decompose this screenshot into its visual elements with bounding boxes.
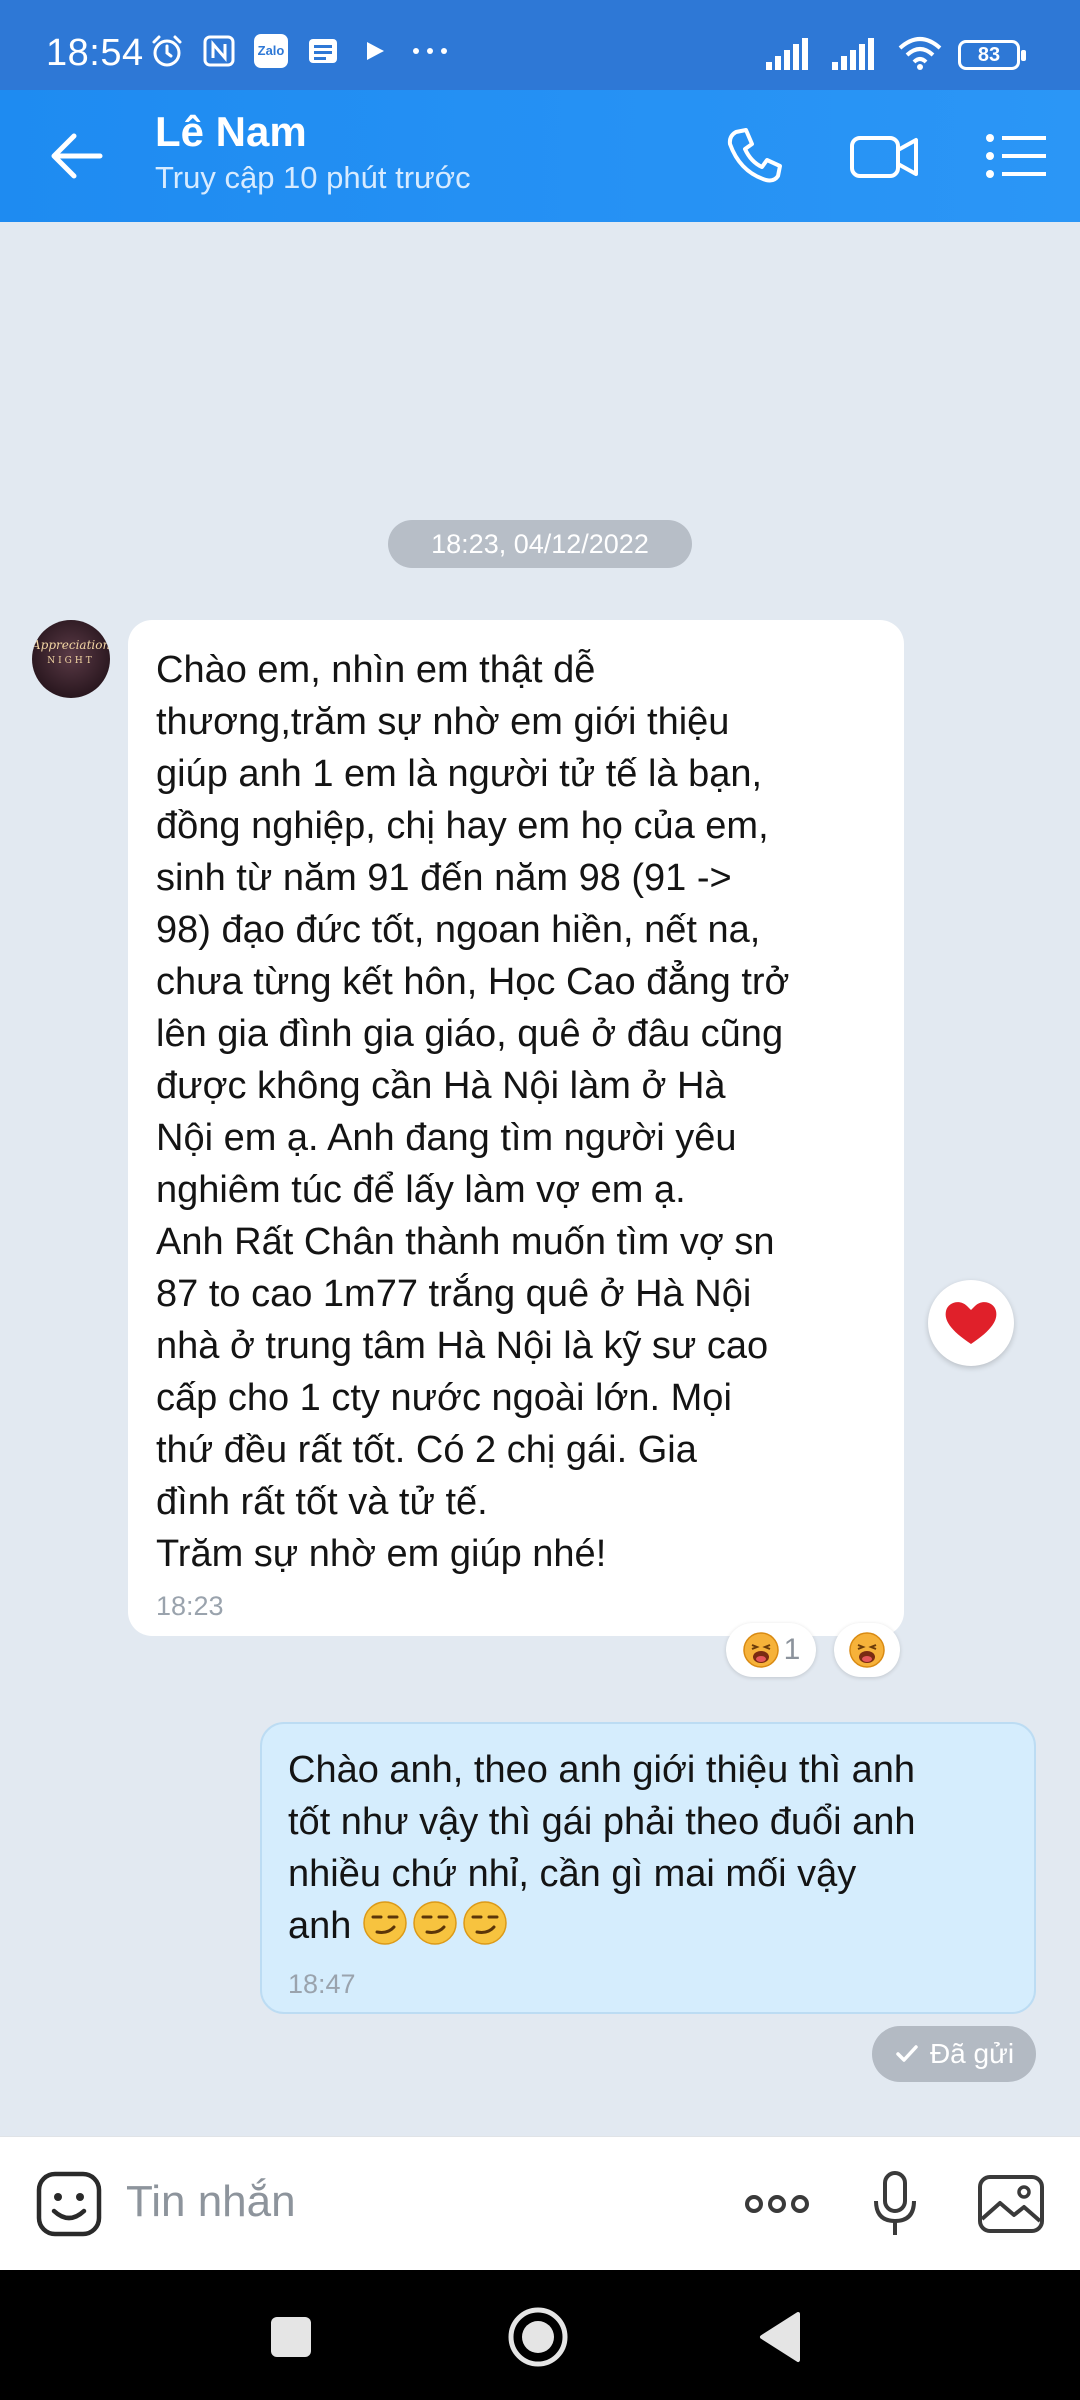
video-call-icon[interactable]: [846, 118, 922, 194]
reaction-count: 1: [783, 1633, 801, 1666]
nfc-icon: [203, 35, 235, 67]
back-triangle-icon[interactable]: [748, 2302, 818, 2372]
more-dots-icon: [413, 48, 447, 54]
image-icon[interactable]: [976, 2169, 1046, 2239]
menu-list-icon[interactable]: [978, 118, 1054, 194]
incoming-message-text: Chào em, nhìn em thật dễ thương,trăm sự …: [156, 649, 790, 1575]
outgoing-message-bubble[interactable]: Chào anh, theo anh giới thiệu thì anh tố…: [260, 1722, 1036, 2014]
date-separator: 18:23, 04/12/2022: [388, 520, 692, 568]
sticker-icon[interactable]: [34, 2169, 104, 2239]
microphone-icon[interactable]: [860, 2169, 930, 2239]
heart-reaction-button[interactable]: [928, 1280, 1014, 1366]
heart-icon: [945, 1302, 997, 1344]
smirk-face-icon: [413, 1901, 457, 1945]
message-input-bar: Tin nhắn: [0, 2136, 1080, 2271]
system-nav-bar: [0, 2270, 1080, 2400]
back-arrow-icon[interactable]: [40, 118, 116, 194]
incoming-message-time: 18:23: [156, 1591, 224, 1621]
contact-last-seen: Truy cập 10 phút trước: [155, 160, 471, 195]
outgoing-message-text: Chào anh, theo anh giới thiệu thì anh tố…: [288, 1744, 1006, 1952]
avatar-subtext: NIGHT: [47, 656, 95, 666]
status-time: 18:54: [46, 32, 144, 74]
incoming-message-bubble[interactable]: Chào em, nhìn em thật dễ thương,trăm sự …: [128, 620, 904, 1636]
message-input-placeholder: Tin nhắn: [126, 2177, 296, 2226]
status-bar: 18:54 Zalo 83: [0, 0, 1080, 90]
alarm-icon: [152, 35, 182, 67]
notification-icons: Zalo: [150, 34, 450, 68]
recents-square-icon[interactable]: [256, 2302, 326, 2372]
check-icon: [896, 2045, 918, 2062]
home-circle-icon[interactable]: [503, 2302, 573, 2372]
contact-name[interactable]: Lê Nam: [155, 108, 307, 156]
more-horizontal-icon[interactable]: [742, 2169, 812, 2239]
sent-status-badge: Đã gửi: [872, 2026, 1036, 2082]
add-reaction-button[interactable]: [834, 1623, 900, 1677]
outgoing-message-time: 18:47: [288, 1969, 356, 1999]
wifi-icon: [898, 37, 942, 70]
avatar-text: Appreciation: [32, 638, 110, 652]
smirk-face-icon: [463, 1901, 507, 1945]
outgoing-emojis: [362, 1900, 508, 1946]
message-input[interactable]: Tin nhắn: [126, 2177, 296, 2227]
signal-icon: [832, 38, 874, 70]
signal-icon: [766, 38, 808, 70]
system-status: 83: [766, 36, 1026, 70]
sent-status-text: Đã gửi: [929, 2038, 1015, 2069]
battery-icon: 83: [958, 40, 1026, 70]
reaction-summary[interactable]: 1: [726, 1623, 816, 1677]
smirk-face-icon: [363, 1901, 407, 1945]
zalo-icon: Zalo: [254, 34, 288, 68]
phone-icon[interactable]: [716, 118, 792, 194]
play-icon: [367, 42, 384, 60]
laughing-face-icon: [742, 1632, 779, 1668]
avatar[interactable]: Appreciation NIGHT: [32, 620, 110, 698]
chat-header: Lê Nam Truy cập 10 phút trước: [0, 90, 1080, 222]
laughing-face-icon: [849, 1632, 885, 1668]
message-icon: [309, 39, 337, 63]
